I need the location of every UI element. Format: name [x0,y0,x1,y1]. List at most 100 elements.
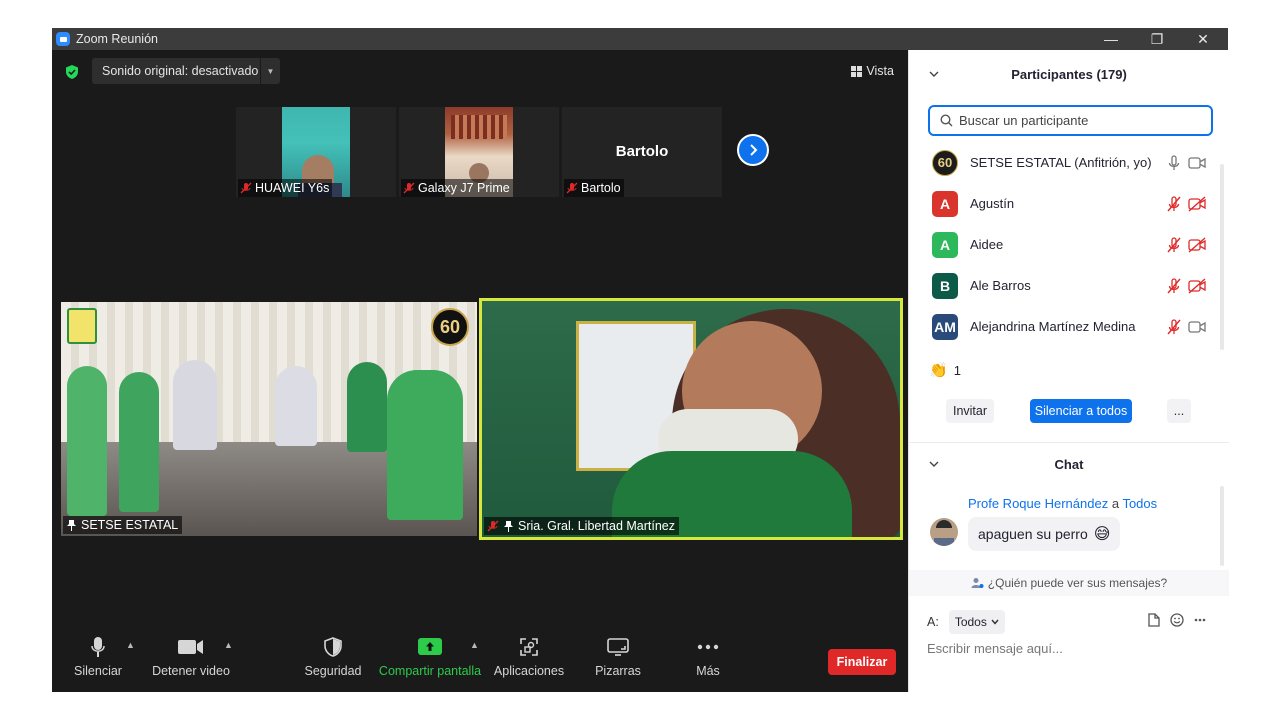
participant-name-tag: Bartolo [564,179,624,197]
chat-recipient[interactable]: Todos [1122,496,1157,511]
chat-actions [1148,613,1206,627]
more-dots-icon [697,644,719,650]
collapse-chevron-icon[interactable] [929,69,939,79]
end-meeting-button[interactable]: Finalizar [828,649,896,675]
participant-row[interactable]: 60 SETSE ESTATAL (Anfitrión, yo) [909,142,1219,183]
thumbnail-video[interactable]: HUAWEI Y6s [236,107,396,197]
setse-logo [67,308,97,344]
participant-name-tag: SETSE ESTATAL [63,516,183,534]
original-sound-toggle[interactable]: Sonido original: desactivado ▼ [92,58,280,84]
thumbnail-name-only[interactable]: Bartolo Bartolo [562,107,722,197]
participant-name: Agustín [970,196,1015,211]
participant-row[interactable]: A Aidee [909,224,1219,265]
participant-name: Alejandrina Martínez Medina [970,319,1136,334]
mic-muted-icon [566,182,578,194]
chat-recipient-select[interactable]: Todos [948,610,1005,634]
avatar: 60 [932,149,958,176]
search-placeholder: Buscar un participante [959,113,1089,128]
zoom-window: Zoom Reunión — ❐ ✕ Sonido original: desa… [52,28,1229,692]
meeting-area: Sonido original: desactivado ▼ Vista HUA… [52,50,908,692]
chevron-right-icon [750,144,758,156]
mic-muted-icon [240,182,252,194]
view-button[interactable]: Vista [845,60,900,82]
restore-button[interactable]: ❐ [1134,28,1180,50]
participant-name-tag: Galaxy J7 Prime [401,179,513,197]
participants-header: Participantes (179) [909,63,1229,85]
who-can-see-link[interactable]: ¿Quién puede ver sus mensajes? [909,570,1229,596]
side-panel: Participantes (179) Buscar un participan… [908,50,1229,692]
video-tile[interactable]: 60 SETSE ESTATAL [61,302,477,536]
original-sound-label: Sonido original: desactivado [102,64,259,78]
chat-recipient-row: A: Todos [927,610,1005,634]
close-button[interactable]: ✕ [1180,28,1226,50]
zoom-app-icon [56,32,70,46]
chat-input-placeholder: Escribir mensaje aquí... [927,641,1063,656]
more-button[interactable]: Más [686,630,730,692]
more-dots-icon[interactable] [1194,618,1206,622]
emoji-icon[interactable] [1170,613,1184,627]
video-camera-icon[interactable] [1188,155,1206,171]
next-page-button[interactable] [737,134,769,166]
video-camera-icon[interactable] [1188,319,1206,335]
audio-options-chevron-icon[interactable]: ▲ [126,640,135,650]
participant-display-name: Bartolo [615,143,669,160]
mic-muted-icon[interactable] [1166,236,1182,253]
chat-header: Chat [909,453,1229,475]
chevron-down-icon [991,619,999,625]
share-screen-button[interactable]: Compartir pantalla [378,630,482,692]
chat-sender-name[interactable]: Profe Roque Hernández [968,496,1108,511]
chat-message-input[interactable]: Escribir mensaje aquí... [927,641,1063,656]
avatar: B [932,272,958,299]
reaction-summary: 👏 1 [929,361,961,379]
video-off-icon[interactable] [1188,277,1206,294]
video-camera-icon [178,640,203,654]
stop-video-button[interactable]: Detener video [152,630,230,692]
video-off-icon[interactable] [1188,195,1206,212]
mic-muted-icon[interactable] [1166,277,1182,294]
file-icon[interactable] [1148,613,1160,627]
mute-button[interactable]: Silenciar [74,630,122,692]
person-eye-icon [971,578,984,588]
chat-to-word: a [1111,496,1120,511]
meeting-toolbar: Silenciar ▲ Detener video ▲ Seguridad Co… [52,630,908,692]
video-off-icon[interactable] [1188,236,1206,253]
mic-muted-icon[interactable] [1166,318,1182,335]
microphone-icon[interactable] [1166,154,1182,171]
reaction-count: 1 [953,362,961,378]
thumbnail-video[interactable]: Galaxy J7 Prime [399,107,559,197]
participant-row[interactable]: A Agustín [909,183,1219,224]
whiteboards-button[interactable]: Pizarras [592,630,644,692]
section-divider [909,442,1229,443]
security-button[interactable]: Seguridad [304,630,362,692]
apps-icon [520,638,538,656]
shield-icon [324,637,342,657]
minimize-button[interactable]: — [1088,28,1134,50]
invite-button[interactable]: Invitar [946,399,994,423]
apps-button[interactable]: Aplicaciones [492,630,566,692]
grid-icon [851,65,863,77]
microphone-icon [91,637,105,657]
mute-all-button[interactable]: Silenciar a todos [1030,399,1132,423]
search-icon [940,114,953,127]
whiteboard-icon [607,638,629,656]
chat-message-text: apaguen su perro [978,526,1088,542]
collapse-chevron-icon[interactable] [929,459,939,469]
participant-name-tag: HUAWEI Y6s [238,179,333,197]
share-screen-icon [418,638,442,655]
encryption-shield-icon[interactable] [64,64,80,80]
chat-scrollbar[interactable] [1220,486,1224,566]
participant-name: Ale Barros [970,278,1031,293]
anniversary-badge: 60 [431,308,469,346]
participant-row[interactable]: B Ale Barros [909,265,1219,306]
participant-search-input[interactable]: Buscar un participante [928,105,1213,136]
participant-row[interactable]: AM Alejandrina Martínez Medina [909,306,1219,346]
participant-list-scrollbar[interactable] [1220,164,1224,350]
grinning-sweat-emoji-icon: 😅 [1093,526,1111,543]
participants-more-button[interactable]: ... [1167,399,1191,423]
share-options-chevron-icon[interactable]: ▲ [470,640,479,650]
active-speaker-tile[interactable]: Sria. Gral. Libertad Martínez [479,298,903,540]
chevron-down-icon[interactable]: ▼ [260,58,280,84]
video-options-chevron-icon[interactable]: ▲ [224,640,233,650]
participant-name-tag: Sria. Gral. Libertad Martínez [484,517,680,535]
mic-muted-icon[interactable] [1166,195,1182,212]
